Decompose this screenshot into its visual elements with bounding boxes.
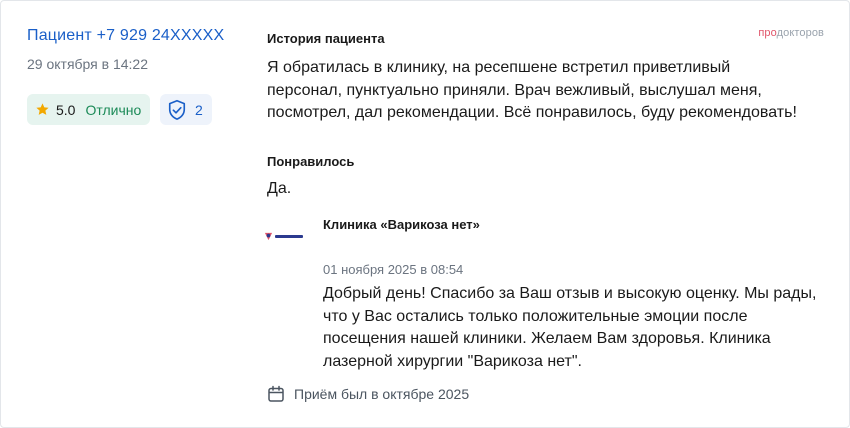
review-card: Пациент +7 929 24XXXXX 29 октября в 14:2… [0,0,850,428]
verification-badge[interactable]: 2 [160,94,212,125]
liked-text: Да. [267,180,292,197]
brand-prefix: про [758,27,777,39]
visit-text: Приём был в октябре 2025 [294,386,470,402]
visit-info: Приём был в октябре 2025 [267,385,469,403]
reply-text: Добрый день! Спасибо за Ваш отзыв и высо… [323,285,817,370]
liked-title: Понравилось [267,154,355,169]
rating-badge[interactable]: 5.0 Отлично [27,94,151,125]
history-text: Я обратилась в клинику, на ресепшене вст… [267,59,797,121]
reply-author: Клиника «Варикоза нет» [323,217,480,232]
shield-check-icon [167,99,187,121]
clinic-logo [264,229,306,243]
review-date: 29 октября в 14:22 [27,56,149,72]
verification-count: 2 [195,101,203,118]
reply-date: 01 ноября 2025 в 08:54 [323,262,464,277]
calendar-icon [267,385,285,403]
star-icon [35,102,50,117]
brand-name: докторов [776,27,824,39]
rating-label: Отлично [85,101,142,118]
brand-logo[interactable]: продокторов [758,27,824,39]
history-title: История пациента [267,31,385,46]
rating-value: 5.0 [56,101,76,118]
author-name-link[interactable]: Пациент +7 929 24XXXXX [27,27,224,45]
